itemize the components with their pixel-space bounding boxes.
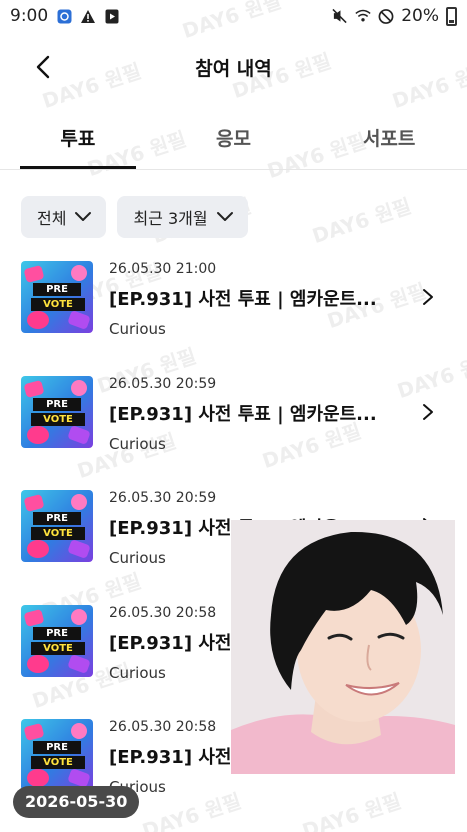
chevron-right-icon (423, 403, 433, 420)
tab-entry[interactable]: 응모 (156, 112, 312, 169)
thumbnail-vote-label: VOTE (31, 298, 85, 311)
item-title: [EP.931] 사전 투표 | 엠카운트... (109, 289, 377, 310)
header: 참여 내역 (0, 40, 467, 96)
page-title: 참여 내역 (195, 58, 272, 80)
thumbnail-pre-label: PRE (33, 512, 81, 525)
status-bar: 9:00 20% (0, 0, 467, 32)
thumbnail-vote-label: VOTE (31, 527, 85, 540)
vote-thumbnail: PRE VOTE (21, 261, 93, 333)
media-icon (104, 8, 120, 24)
tab-support[interactable]: 서포트 (311, 112, 467, 169)
thumbnail-vote-label: VOTE (31, 756, 85, 769)
watermark: DAY6 원필 (309, 193, 414, 249)
tab-vote[interactable]: 투표 (0, 112, 156, 169)
battery-percent: 20% (401, 6, 439, 26)
thumbnail-pre-label: PRE (33, 283, 81, 296)
thumbnail-pre-label: PRE (33, 397, 81, 411)
floating-photo-overlay[interactable] (231, 520, 455, 774)
mute-icon (332, 8, 348, 24)
category-filter-dropdown[interactable]: 전체 (21, 196, 107, 238)
thumbnail-pre-label: PRE (33, 626, 81, 640)
item-subtitle: Curious (109, 320, 166, 338)
thumbnail-pre-label: PRE (33, 741, 81, 754)
warning-icon (80, 8, 96, 24)
tab-bar: 투표 응모 서포트 (0, 112, 467, 170)
app-notification-icon (56, 8, 72, 24)
do-not-disturb-icon (378, 8, 394, 24)
vote-thumbnail: PRE VOTE (21, 490, 93, 562)
item-subtitle: Curious (109, 434, 166, 453)
item-date: 26.05.30 21:00 (109, 261, 217, 277)
status-time: 9:00 (10, 6, 49, 26)
item-title: [EP.931] 사전 투표 | 엠카운트... (109, 403, 377, 425)
chevron-down-icon (216, 212, 233, 221)
item-date: 26.05.30 20:59 (109, 375, 217, 392)
list-item[interactable]: PRE VOTE 26.05.30 20:59 [EP.931] 사전 투표 |… (0, 375, 467, 490)
item-subtitle: Curious (109, 778, 166, 796)
chevron-down-icon (75, 212, 92, 221)
filter-bar: 전체 최근 3개월 (21, 196, 248, 238)
portrait-photo (231, 520, 455, 774)
chevron-right-icon (423, 289, 433, 305)
list-item[interactable]: PRE VOTE 26.05.30 21:00 [EP.931] 사전 투표 |… (0, 260, 467, 375)
period-filter-label: 최근 3개월 (133, 209, 208, 228)
vote-thumbnail: PRE VOTE (21, 719, 93, 791)
date-badge: 2026-05-30 (13, 786, 140, 818)
vote-thumbnail: PRE VOTE (21, 375, 93, 448)
thumbnail-vote-label: VOTE (31, 641, 85, 655)
thumbnail-vote-label: VOTE (31, 412, 85, 426)
item-date: 26.05.30 20:59 (109, 490, 217, 506)
period-filter-dropdown[interactable]: 최근 3개월 (117, 196, 248, 238)
category-filter-label: 전체 (37, 209, 67, 228)
vote-thumbnail: PRE VOTE (21, 604, 93, 677)
battery-icon (446, 6, 457, 26)
wifi-icon (355, 8, 371, 24)
